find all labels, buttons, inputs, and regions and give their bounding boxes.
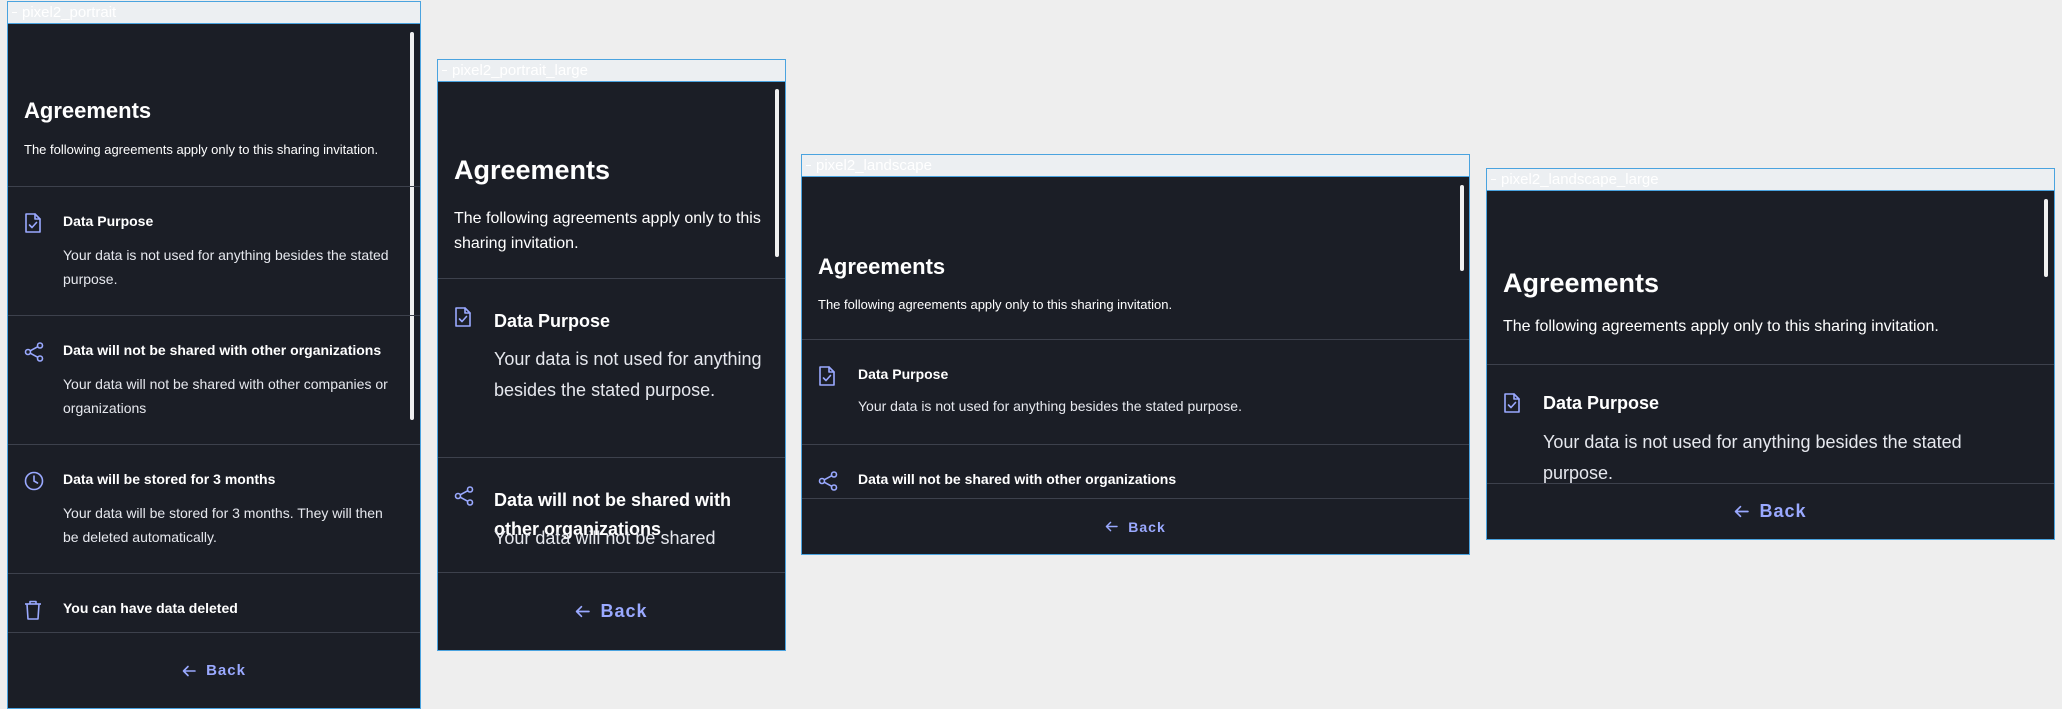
back-button[interactable]: Back bbox=[575, 601, 647, 622]
page-subtitle: The following agreements apply only to t… bbox=[1503, 318, 1939, 335]
scroll-area[interactable]: Agreements The following agreements appl… bbox=[8, 24, 420, 633]
frame-label: pixel2_portrait bbox=[8, 2, 420, 24]
back-button-label: Back bbox=[1128, 518, 1166, 535]
agreement-description: Your data will be stored for 3 months. T… bbox=[63, 505, 383, 545]
back-button[interactable]: Back bbox=[1734, 501, 1806, 522]
agreements-screen: Agreements The following agreements appl… bbox=[802, 179, 1469, 554]
frame-label: pixel2_portrait_large bbox=[438, 60, 785, 82]
page-title: Agreements bbox=[454, 155, 611, 185]
agreements-screen: Agreements The following agreements appl… bbox=[438, 82, 785, 650]
agreement-item-no-sharing: Data will not be shared with other organ… bbox=[438, 458, 785, 573]
agreement-item-storage: Data will be stored for 3 months Your da… bbox=[8, 445, 420, 573]
agreement-list: Data Purpose Your data is not used for a… bbox=[438, 278, 785, 573]
trash-icon bbox=[24, 600, 42, 620]
arrow-left-icon bbox=[1734, 505, 1750, 518]
agreement-title: Data Purpose bbox=[63, 213, 154, 229]
frame-label: pixel2_landscape bbox=[802, 155, 1469, 177]
scroll-area[interactable]: Agreements The following agreements appl… bbox=[1487, 193, 2054, 484]
scroll-area[interactable]: Agreements The following agreements appl… bbox=[438, 82, 785, 573]
agreement-description: Your data is not used for anything besid… bbox=[1543, 432, 1962, 483]
agreement-title: Data will not be shared with other organ… bbox=[63, 342, 382, 358]
page-title: Agreements bbox=[1503, 268, 1660, 298]
footer: Back bbox=[438, 572, 785, 650]
page-subtitle: The following agreements apply only to t… bbox=[24, 142, 379, 157]
back-button[interactable]: Back bbox=[1105, 519, 1165, 535]
agreements-screen: Agreements The following agreements appl… bbox=[8, 24, 420, 708]
scrollbar[interactable] bbox=[1460, 185, 1464, 271]
scrollbar[interactable] bbox=[2044, 199, 2048, 277]
frame-label: pixel2_landscape_large bbox=[1487, 169, 2054, 191]
footer: Back bbox=[802, 498, 1469, 554]
agreement-title: Data will not be shared with other organ… bbox=[858, 471, 1177, 487]
page-title: Agreements bbox=[24, 98, 152, 123]
page-title: Agreements bbox=[818, 254, 946, 279]
back-button-label: Back bbox=[206, 662, 246, 679]
scroll-area[interactable]: Agreements The following agreements appl… bbox=[802, 179, 1469, 499]
agreement-item-no-sharing: Data will not be shared with other organ… bbox=[8, 316, 420, 444]
agreement-item-data-purpose: Data Purpose Your data is not used for a… bbox=[1487, 365, 2054, 484]
agreement-title: Data Purpose bbox=[858, 366, 949, 382]
device-frame-pixel2-portrait: pixel2_portrait Agreements The following… bbox=[7, 1, 421, 709]
page-subtitle: The following agreements apply only to t… bbox=[454, 210, 761, 252]
agreement-list: Data Purpose Your data is not used for a… bbox=[8, 186, 420, 633]
footer: Back bbox=[1487, 483, 2054, 539]
device-frame-pixel2-landscape: pixel2_landscape Agreements The followin… bbox=[801, 154, 1470, 555]
back-button-label: Back bbox=[1759, 501, 1807, 521]
agreement-item-data-purpose: Data Purpose Your data is not used for a… bbox=[802, 340, 1469, 444]
device-frame-pixel2-landscape-large: pixel2_landscape_large Agreements The fo… bbox=[1486, 168, 2055, 540]
agreement-title: Data Purpose bbox=[1543, 393, 1660, 413]
agreement-description: Your data is not used for anything besid… bbox=[494, 349, 762, 400]
agreement-description: Your data will not be shared bbox=[494, 528, 716, 548]
scrollbar[interactable] bbox=[775, 89, 779, 257]
document-check-icon bbox=[1503, 393, 1521, 413]
clock-icon bbox=[24, 471, 44, 491]
agreement-list: Data Purpose Your data is not used for a… bbox=[802, 339, 1469, 499]
document-check-icon bbox=[24, 213, 42, 233]
share-icon bbox=[818, 471, 838, 491]
agreement-item-no-sharing: Data will not be shared with other organ… bbox=[802, 445, 1469, 499]
share-icon bbox=[24, 342, 44, 362]
agreement-title: Data Purpose bbox=[494, 311, 611, 331]
agreement-description: Your data is not used for anything besid… bbox=[63, 247, 389, 287]
device-frame-pixel2-portrait-large: pixel2_portrait_large Agreements The fol… bbox=[437, 59, 786, 651]
agreement-title: Data will be stored for 3 months bbox=[63, 471, 276, 487]
agreement-list: Data Purpose Your data is not used for a… bbox=[1487, 364, 2054, 484]
footer: Back bbox=[8, 632, 420, 708]
share-icon bbox=[454, 486, 474, 506]
arrow-left-icon bbox=[575, 605, 591, 618]
agreement-description: Your data will not be shared with other … bbox=[63, 376, 388, 416]
agreement-item-deletion: You can have data deleted bbox=[8, 574, 420, 633]
back-button-label: Back bbox=[600, 601, 648, 621]
page-subtitle: The following agreements apply only to t… bbox=[818, 297, 1173, 312]
arrow-left-icon bbox=[182, 665, 196, 677]
agreement-title: You can have data deleted bbox=[63, 600, 238, 616]
agreements-screen: Agreements The following agreements appl… bbox=[1487, 193, 2054, 539]
agreement-item-data-purpose: Data Purpose Your data is not used for a… bbox=[8, 187, 420, 315]
document-check-icon bbox=[818, 366, 836, 386]
agreement-description: Your data is not used for anything besid… bbox=[858, 398, 1242, 414]
document-check-icon bbox=[454, 307, 472, 327]
back-button[interactable]: Back bbox=[182, 662, 246, 679]
agreement-item-data-purpose: Data Purpose Your data is not used for a… bbox=[438, 279, 785, 457]
arrow-left-icon bbox=[1105, 521, 1118, 532]
